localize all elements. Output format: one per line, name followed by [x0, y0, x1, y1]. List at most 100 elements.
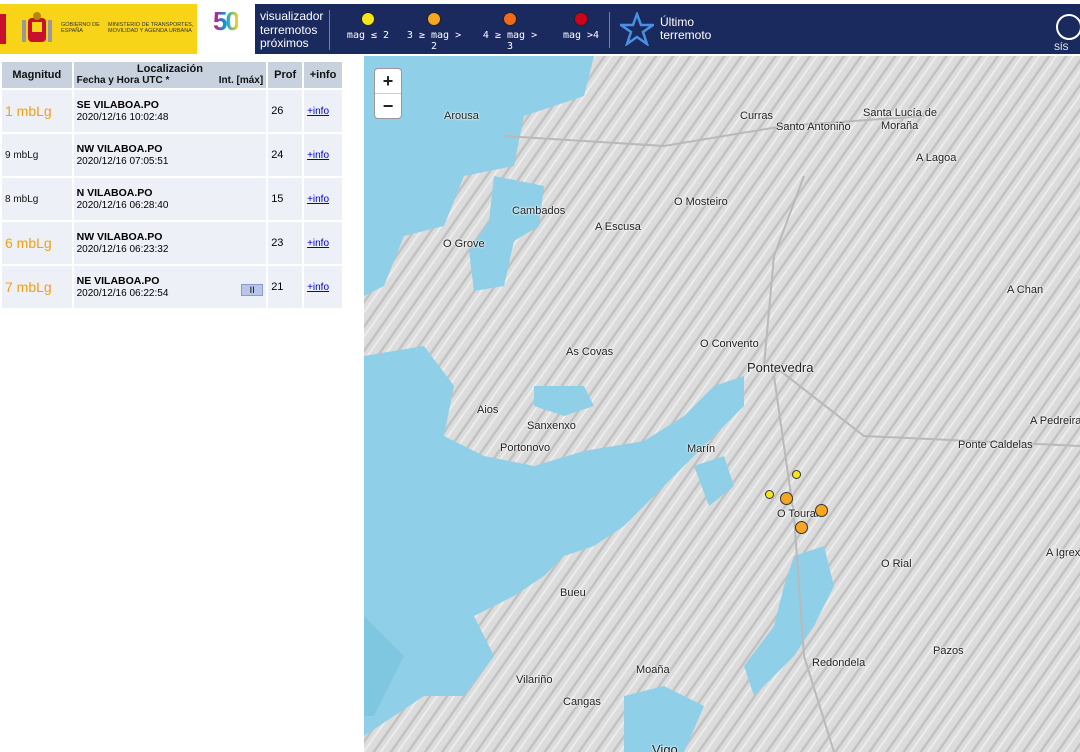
col-location[interactable]: Localización Fecha y Hora UTC * Int. [má… — [73, 62, 267, 88]
dark-orange-dot-icon — [503, 12, 517, 26]
table-row[interactable]: 1 mbLg SE VILABOA.PO 2020/12/16 10:02:48 26… — [2, 90, 342, 132]
place-label: O Convento — [700, 338, 759, 350]
earthquake-marker[interactable] — [792, 470, 801, 479]
place-label: A Lagoa — [916, 152, 957, 164]
place-label: O Mosteiro — [674, 196, 728, 208]
ministry-label: MINISTERIO DE TRANSPORTES, MOVILIDAD Y A… — [108, 22, 194, 34]
seismic-logo-icon — [1056, 14, 1080, 40]
top-header: GOBIERNO DE ESPAÑA MINISTERIO DE TRANSPO… — [0, 0, 1080, 56]
place-label: Marín — [687, 443, 716, 455]
event-datetime: 2020/12/16 06:22:54 II — [77, 284, 264, 299]
location-cell: SE VILABOA.PO 2020/12/16 10:02:48 — [73, 90, 267, 132]
map-view[interactable]: + − Arousa Curras Santo Antoniño Santa L… — [364, 56, 1080, 752]
legend-mag-2-3: 3 ≥ mag > 2 — [401, 12, 467, 52]
place-label: Vilariño — [516, 674, 553, 686]
place-label: Moaña — [636, 664, 670, 676]
viewer-title-line: próximos — [260, 36, 309, 50]
magnitude-value: 6 mbLg — [5, 235, 52, 251]
earthquake-marker[interactable] — [765, 490, 774, 499]
place-label: A Igrex — [1046, 547, 1080, 559]
viewer-title-line: visualizador — [260, 9, 324, 23]
table-row[interactable]: 6 mbLg NW VILABOA.PO 2020/12/16 06:23:32 23… — [2, 222, 342, 264]
magnitude-cell: 1 mbLg — [2, 90, 72, 132]
table-header-row: Magnitud Localización Fecha y Hora UTC *… — [2, 62, 342, 88]
zoom-out-button[interactable]: − — [375, 93, 401, 118]
magnitude-cell: 9 mbLg — [2, 134, 72, 176]
place-label: As Covas — [566, 346, 614, 358]
place-label: Vigo — [652, 742, 678, 752]
earthquake-marker[interactable] — [780, 492, 793, 505]
anniversary-logo: 50 — [207, 6, 251, 52]
viewer-title[interactable]: visualizador terremotos próximos — [260, 9, 331, 50]
seismic-network-logo: SÍS — [1052, 12, 1080, 52]
magnitude-cell: 8 mbLg — [2, 178, 72, 220]
zoom-controls: + − — [374, 68, 402, 119]
more-info-link[interactable]: +info — [307, 150, 329, 161]
location-cell: NW VILABOA.PO 2020/12/16 07:05:51 — [73, 134, 267, 176]
depth-cell: 21 — [268, 266, 303, 308]
place-label: A Chan — [1007, 284, 1044, 296]
place-label: O Toural — [777, 508, 819, 520]
magnitude-value: 1 mbLg — [5, 103, 52, 119]
col-datetime: Fecha y Hora UTC * — [76, 74, 170, 86]
datetime-text: 2020/12/16 10:02:48 — [76, 112, 169, 123]
more-info-link[interactable]: +info — [307, 106, 329, 117]
magnitude-cell: 7 mbLg — [2, 266, 72, 308]
magnitude-value: 9 mbLg — [5, 150, 39, 161]
location-cell: N VILABOA.PO 2020/12/16 06:28:40 — [73, 178, 267, 220]
place-label: Pazos — [933, 645, 964, 657]
place-label: Aios — [477, 404, 499, 416]
more-info-link[interactable]: +info — [307, 194, 329, 205]
info-cell: +info — [304, 134, 342, 176]
magnitude-value: 8 mbLg — [5, 194, 39, 205]
place-label: Curras — [740, 110, 774, 122]
col-depth[interactable]: Prof — [268, 62, 303, 88]
map-terrain — [364, 56, 1080, 752]
depth-cell: 26 — [268, 90, 303, 132]
col-info: +info — [304, 62, 342, 88]
anniversary-number: 50 — [213, 6, 240, 36]
seismic-logo-text: SÍS — [1054, 42, 1069, 52]
location-name: NW VILABOA.PO — [76, 143, 163, 155]
place-label: Arousa — [444, 110, 479, 122]
event-datetime: 2020/12/16 07:05:51 — [77, 156, 264, 167]
more-info-link[interactable]: +info — [307, 282, 329, 293]
legend-label: mag >4 — [562, 30, 600, 41]
place-label: Cambados — [512, 205, 566, 217]
legend-label: 4 ≥ mag > 3 — [482, 30, 538, 52]
latest-label-line: terremoto — [660, 28, 712, 42]
location-name: NW VILABOA.PO — [76, 231, 163, 243]
more-info-link[interactable]: +info — [307, 238, 329, 249]
place-label: Redondela — [812, 657, 866, 669]
earthquake-table: Magnitud Localización Fecha y Hora UTC *… — [0, 60, 344, 310]
event-datetime: 2020/12/16 10:02:48 — [77, 112, 264, 123]
table-row[interactable]: 9 mbLg NW VILABOA.PO 2020/12/16 07:05:51 24… — [2, 134, 342, 176]
legend-label: mag ≤ 2 — [346, 30, 390, 41]
col-location-title: Localización — [136, 62, 203, 75]
place-label: Cangas — [563, 696, 601, 708]
table-row[interactable]: 8 mbLg N VILABOA.PO 2020/12/16 06:28:40 15 +… — [2, 178, 342, 220]
legend-mag-gt-4: mag >4 — [553, 12, 610, 48]
earthquake-marker[interactable] — [815, 504, 828, 517]
yellow-dot-icon — [361, 12, 375, 26]
intensity-badge: II — [241, 284, 264, 296]
depth-cell: 15 — [268, 178, 303, 220]
table-row[interactable]: 7 mbLg NE VILABOA.PO 2020/12/16 06:22:54 II… — [2, 266, 342, 308]
location-name: SE VILABOA.PO — [76, 99, 159, 111]
earthquake-marker[interactable] — [795, 521, 808, 534]
info-cell: +info — [304, 178, 342, 220]
legend-label: 3 ≥ mag > 2 — [406, 30, 462, 52]
red-dot-icon — [574, 12, 588, 26]
col-magnitude[interactable]: Magnitud — [2, 62, 72, 88]
datetime-text: 2020/12/16 06:23:32 — [76, 244, 169, 255]
legend-mag-3-4: 4 ≥ mag > 3 — [477, 12, 543, 52]
place-label: Pontevedra — [747, 360, 814, 375]
latest-earthquake-button[interactable]: Último terremoto — [620, 12, 711, 46]
place-label: Bueu — [560, 587, 586, 599]
star-icon — [620, 12, 654, 46]
zoom-in-button[interactable]: + — [375, 69, 401, 93]
col-intensity: Int. [máx] — [218, 74, 264, 86]
magnitude-cell: 6 mbLg — [2, 222, 72, 264]
location-name: N VILABOA.PO — [76, 187, 153, 199]
place-label: A Pedreira — [1030, 415, 1080, 427]
